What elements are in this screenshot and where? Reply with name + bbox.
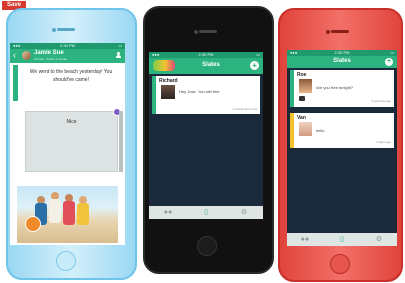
slate-item[interactable]: Richard Hey Jose. You still free 1 minut… xyxy=(152,76,260,114)
person-icon[interactable] xyxy=(116,52,121,58)
slate-color-stripe xyxy=(152,76,156,114)
sender-avatar xyxy=(299,79,312,93)
status-time: 2:30 PM xyxy=(334,50,350,55)
chat-header: ‹ Jamie Sue Current · Active 1 minute xyxy=(10,49,125,63)
slates-screen: ●●● 2:30 PM ▭ Slates + Roe Are you free … xyxy=(287,50,397,246)
slate-sender-name: Roe xyxy=(297,72,307,78)
slate-color-stripe xyxy=(290,113,294,148)
slates-header: Slates + xyxy=(287,56,397,68)
slate-message: Are you free tonight? xyxy=(316,85,354,90)
beach-photo[interactable] xyxy=(17,186,118,243)
phone-camera xyxy=(194,30,198,34)
phone-speaker xyxy=(199,30,217,33)
sender-avatar xyxy=(161,85,175,99)
message-text-2: Nice xyxy=(66,119,77,125)
home-button[interactable] xyxy=(56,251,76,271)
message-stripe-right xyxy=(119,111,123,172)
phone-camera xyxy=(326,30,330,34)
phone-camera xyxy=(52,28,56,32)
contact-subtitle: Current · Active 1 minute xyxy=(34,57,68,61)
slate-timestamp: 3 seconds ago xyxy=(371,99,391,103)
friends-icon[interactable]: ●● xyxy=(291,233,319,246)
camera-icon xyxy=(299,96,305,101)
contact-name: Jamie Sue xyxy=(34,50,64,56)
header-title: Slates xyxy=(202,62,220,68)
back-arrow-icon[interactable]: ‹ xyxy=(13,51,16,60)
message-bubble-outgoing: Nice xyxy=(25,108,121,172)
slates-header: Slates + xyxy=(149,58,263,74)
slates-screen: ●●● 2:30 PM ▭ Slates + Richard Hey Jose.… xyxy=(149,52,263,219)
chat-screen: ●●● 2:30 PM ▭ ‹ Jamie Sue Current · Acti… xyxy=(10,43,125,245)
slate-sender-name: Richard xyxy=(159,78,178,84)
slate-timestamp: 1 minute from now xyxy=(232,107,257,111)
settings-icon[interactable]: ⚙ xyxy=(365,233,393,246)
slate-sender-name: Van xyxy=(297,115,306,121)
home-button[interactable] xyxy=(197,236,217,256)
home-button[interactable] xyxy=(330,254,350,274)
contact-avatar[interactable] xyxy=(22,51,31,60)
trash-icon[interactable]: ▯ xyxy=(328,233,356,246)
phone-speaker xyxy=(57,28,75,31)
plus-icon[interactable]: + xyxy=(250,61,259,70)
slate-message: hello xyxy=(316,128,325,133)
slate-message: Hey Jose. You still free xyxy=(179,89,220,94)
slate-timestamp: 3 days ago xyxy=(376,140,391,144)
status-time: 2:30 PM xyxy=(198,52,214,57)
slate-item[interactable]: Van hello 3 days ago xyxy=(290,113,394,148)
tab-bar: ●● ▯ ⚙ xyxy=(149,206,263,219)
trash-icon[interactable]: ▯ xyxy=(191,206,221,219)
slate-item[interactable]: Roe Are you free tonight? 3 seconds ago xyxy=(290,70,394,107)
settings-icon[interactable]: ⚙ xyxy=(229,206,259,219)
status-time: 2:30 PM xyxy=(60,43,75,48)
phone-speaker xyxy=(331,30,349,33)
message-text-1: We went to the beach yesterday! You shou… xyxy=(29,69,113,83)
tab-bar: ●● ▯ ⚙ xyxy=(287,233,397,246)
message-bubble-incoming: We went to the beach yesterday! You shou… xyxy=(13,65,122,101)
sender-avatar xyxy=(299,122,312,136)
slate-color-stripe xyxy=(290,70,294,107)
friends-icon[interactable]: ●● xyxy=(153,206,183,219)
header-title: Slates xyxy=(333,58,351,64)
plus-icon[interactable]: + xyxy=(385,58,393,66)
sender-stripe xyxy=(13,65,18,101)
